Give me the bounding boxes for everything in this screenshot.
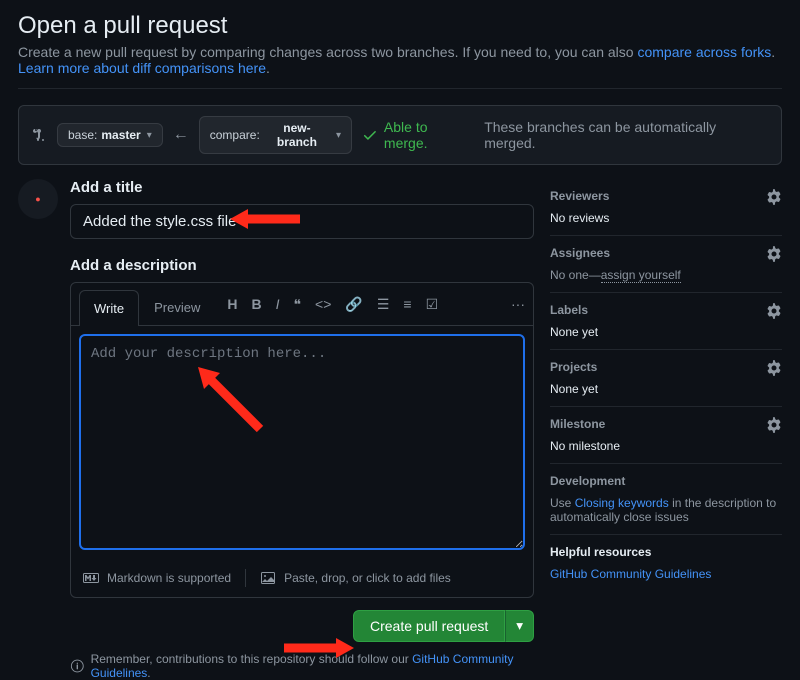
gear-icon[interactable] — [766, 303, 782, 319]
description-box: Write Preview H B I ❝ <> 🔗 — [70, 282, 534, 598]
sidebar-projects: Projects None yet — [550, 350, 782, 407]
contribution-reminder: Remember, contributions to this reposito… — [70, 652, 534, 680]
bold-icon[interactable]: B — [251, 296, 261, 312]
git-compare-icon — [31, 127, 47, 143]
check-icon — [362, 127, 378, 143]
paste-hint-label[interactable]: Paste, drop, or click to add files — [284, 571, 451, 585]
gear-icon[interactable] — [766, 417, 782, 433]
create-pull-request-button[interactable]: Create pull request — [353, 610, 505, 642]
unordered-list-icon[interactable]: ≡ — [403, 296, 411, 313]
assign-yourself-link[interactable]: assign yourself — [601, 268, 681, 283]
code-icon[interactable]: <> — [315, 296, 331, 313]
gear-icon[interactable] — [766, 360, 782, 376]
markdown-supported-label: Markdown is supported — [107, 571, 231, 585]
merge-status-sub: These branches can be automatically merg… — [484, 119, 769, 151]
ordered-list-icon[interactable]: ☰ — [377, 296, 390, 313]
tab-write[interactable]: Write — [79, 290, 139, 326]
arrow-left-icon: ← — [173, 126, 189, 144]
base-branch-selector[interactable]: base: master — [57, 123, 163, 147]
sidebar-assignees: Assignees No one—assign yourself — [550, 236, 782, 293]
merge-status: Able to merge. — [362, 119, 474, 151]
sidebar-development: Development Use Closing keywords in the … — [550, 464, 782, 535]
italic-icon[interactable]: I — [276, 296, 280, 312]
more-icon[interactable]: ··· — [511, 296, 525, 312]
closing-keywords-link[interactable]: Closing keywords — [575, 496, 669, 510]
sidebar-milestone: Milestone No milestone — [550, 407, 782, 464]
image-icon — [260, 570, 276, 586]
link-icon[interactable]: 🔗 — [345, 296, 362, 313]
description-textarea[interactable] — [79, 334, 525, 550]
page-subtitle: Create a new pull request by comparing c… — [18, 44, 782, 89]
task-list-icon[interactable]: ☑ — [426, 296, 439, 313]
compare-forks-link[interactable]: compare across forks — [637, 44, 771, 60]
sidebar-helpful: Helpful resources GitHub Community Guide… — [550, 535, 782, 591]
title-input[interactable] — [70, 204, 534, 239]
branch-compare-bar: base: master ← compare: new-branch Able … — [18, 105, 782, 165]
helpful-guidelines-link[interactable]: GitHub Community Guidelines — [550, 567, 711, 581]
page-title: Open a pull request — [18, 12, 782, 40]
gear-icon[interactable] — [766, 189, 782, 205]
sidebar-labels: Labels None yet — [550, 293, 782, 350]
create-pull-request-dropdown[interactable]: ▾ — [505, 610, 534, 642]
gear-icon[interactable] — [766, 246, 782, 262]
avatar: ● — [18, 179, 58, 219]
title-label: Add a title — [70, 179, 534, 196]
heading-icon[interactable]: H — [227, 296, 237, 312]
compare-branch-selector[interactable]: compare: new-branch — [199, 116, 352, 154]
info-icon — [70, 658, 85, 674]
markdown-icon — [83, 570, 99, 586]
quote-icon[interactable]: ❝ — [294, 296, 302, 313]
sidebar-reviewers: Reviewers No reviews — [550, 179, 782, 236]
description-label: Add a description — [70, 257, 534, 274]
tab-preview[interactable]: Preview — [139, 289, 215, 325]
learn-diff-link[interactable]: Learn more about diff comparisons here — [18, 60, 266, 76]
